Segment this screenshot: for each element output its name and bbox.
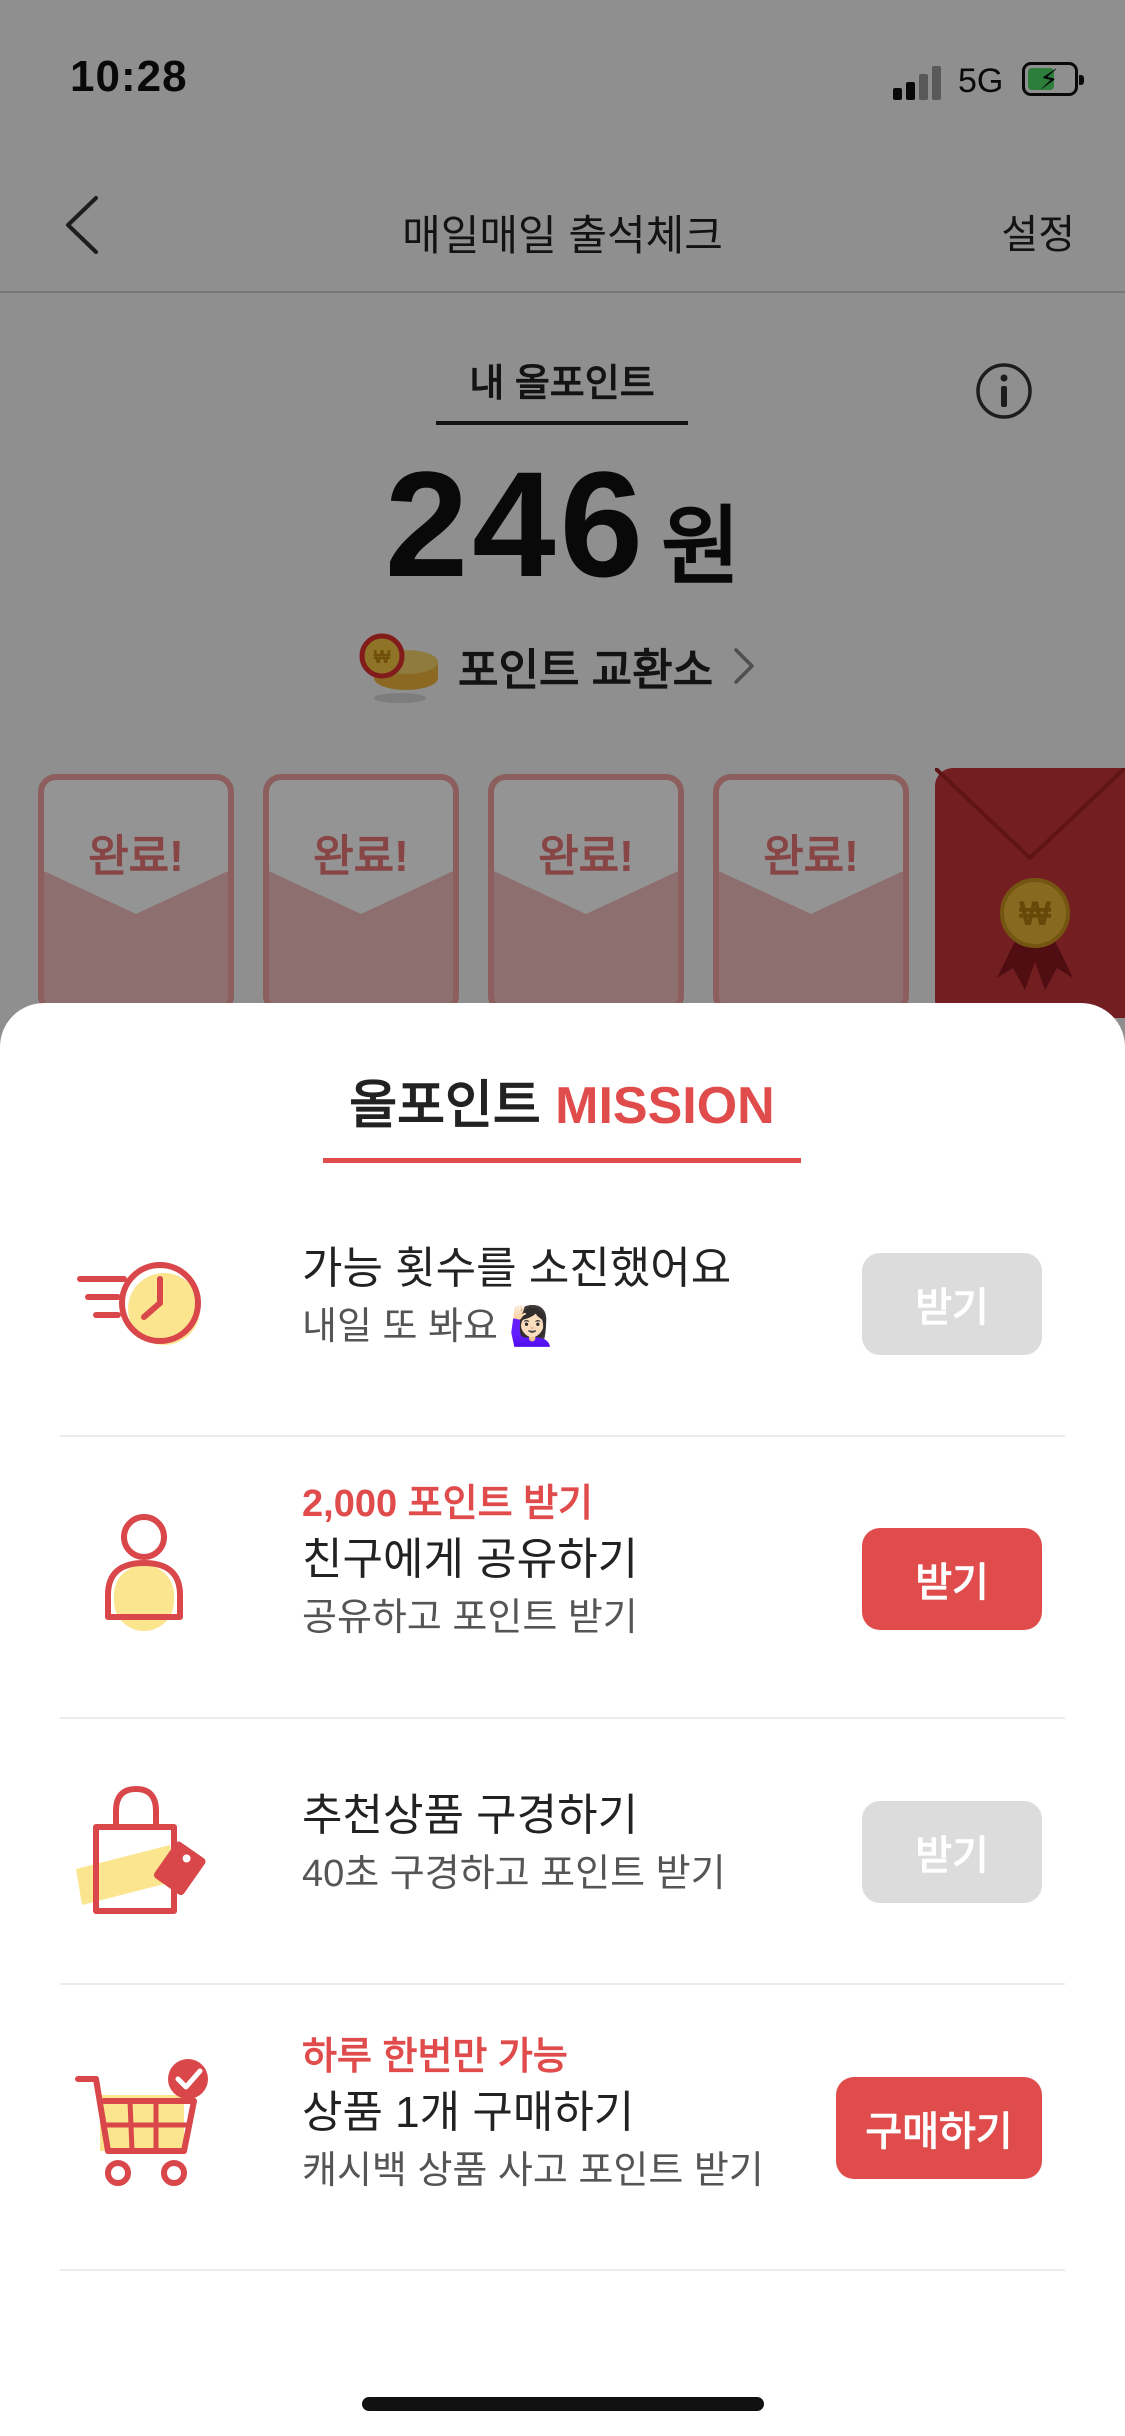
mission-subtitle: 내일 또 봐요 🙋🏻‍♀️ [302, 1306, 556, 1348]
mission-item: 하루 한번만 가능 상품 1개 구매하기 캐시백 상품 사고 포인트 받기 구매… [60, 1985, 1065, 2271]
sheet-title-main: 올포인트 [349, 1077, 541, 1135]
mission-text: 2,000 포인트 받기 친구에게 공유하기 공유하고 포인트 받기 [302, 1479, 638, 1645]
sheet-title: 올포인트 MISSION [323, 1063, 801, 1163]
cart-icon [75, 2059, 208, 2186]
mission-text: 추천상품 구경하기 40초 구경하고 포인트 받기 [302, 1785, 726, 1901]
mission-subtitle: 공유하고 포인트 받기 [302, 1597, 638, 1639]
mission-subtitle: 캐시백 상품 사고 포인트 받기 [302, 2150, 764, 2192]
mission-text: 가능 횟수를 소진했어요 내일 또 봐요 🙋🏻‍♀️ [302, 1238, 731, 1354]
mission-item: 추천상품 구경하기 40초 구경하고 포인트 받기 받기 [60, 1719, 1065, 1985]
receive-button[interactable]: 받기 [862, 1801, 1042, 1903]
person-icon [105, 1514, 183, 1631]
mission-title: 가능 횟수를 소진했어요 [302, 1244, 732, 1293]
mission-title: 친구에게 공유하기 [302, 1535, 639, 1584]
mission-subtitle: 40초 구경하고 포인트 받기 [302, 1853, 726, 1895]
receive-button[interactable]: 받기 [862, 1253, 1042, 1355]
mission-title: 상품 1개 구매하기 [302, 2088, 635, 2137]
mission-text: 하루 한번만 가능 상품 1개 구매하기 캐시백 상품 사고 포인트 받기 [302, 2032, 764, 2198]
mission-item: 2,000 포인트 받기 친구에게 공유하기 공유하고 포인트 받기 받기 [60, 1437, 1065, 1719]
mission-highlight: 하루 한번만 가능 [302, 2036, 568, 2078]
mission-highlight: 2,000 포인트 받기 [302, 1483, 594, 1525]
receive-button[interactable]: 받기 [862, 1528, 1042, 1630]
home-indicator[interactable] [362, 2397, 764, 2411]
sheet-title-accent: MISSION [555, 1077, 775, 1135]
clock-speed-icon [77, 1262, 201, 1345]
mission-item: 가능 횟수를 소진했어요 내일 또 봐요 🙋🏻‍♀️ 받기 [60, 1175, 1065, 1437]
mission-title: 추천상품 구경하기 [302, 1791, 639, 1840]
mission-sheet: 올포인트 MISSION 가능 횟수를 소진했어요 내일 또 봐요 🙋🏻‍♀️ … [0, 1003, 1125, 2436]
shopping-bag-icon [76, 1785, 206, 1914]
purchase-button[interactable]: 구매하기 [836, 2077, 1042, 2179]
